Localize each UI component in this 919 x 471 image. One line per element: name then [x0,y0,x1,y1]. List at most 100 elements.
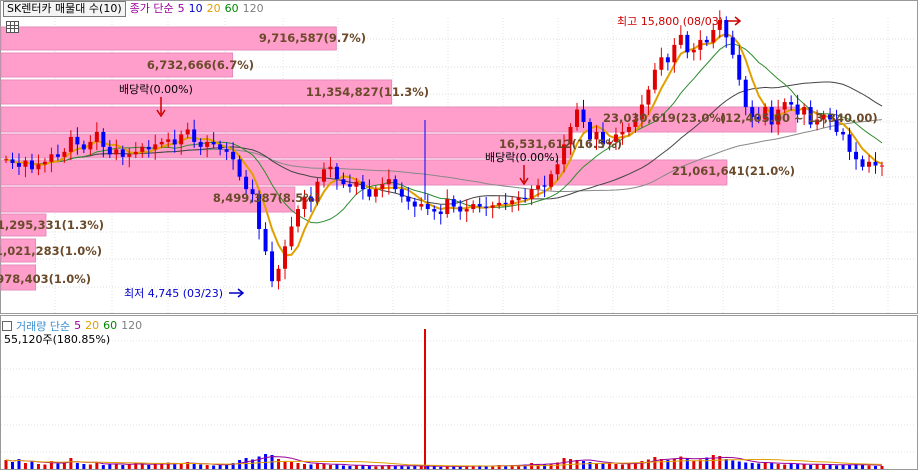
candle-body [42,161,47,165]
volume-bar [789,463,793,469]
volume-bar [815,464,819,469]
volume-ma5-line [5,456,883,468]
volume-bar [322,464,326,469]
grid-toggle-icon[interactable] [6,21,19,33]
volume-bar [744,462,748,469]
candle-body [503,202,508,205]
candle-body [107,146,112,155]
volume-bar [361,465,365,469]
low-annotation: 최저 4,745 (03/23) [124,287,223,300]
dividend-annotation-1: 배당락(0.00%) [119,83,193,96]
volume-profile-bar [0,159,728,186]
candle-body [328,166,333,170]
candle-body [321,169,326,182]
candle-body [841,131,846,135]
volume-profile-label: 1,295,331(1.3%) [0,218,104,232]
volume-bar [614,464,618,469]
ma-period-5[interactable]: 5 [178,2,185,16]
volume-bar [763,462,767,469]
ma-period-60[interactable]: 60 [225,2,239,16]
volume-panel-icon[interactable] [2,321,12,331]
volume-bar [315,463,319,469]
candle-body [704,39,709,43]
volume-bar [328,465,332,469]
candle-body [360,181,365,190]
high-annotation: 최고 15,800 (08/03) [617,15,723,28]
range-note-label: (12,405.00 ~ 13,340.00) [720,111,878,125]
volume-bar [724,459,728,469]
volume-profile-label: 978,403(1.0%) [0,272,91,286]
volume-bar [867,465,871,469]
candle-body [451,199,456,207]
volume-bar [601,463,605,469]
volume-bar [367,466,371,469]
high-arrow-icon [728,16,742,26]
volume-bar [835,465,839,469]
candle-body [263,228,268,252]
volume-bar [874,466,878,469]
candle-body [55,154,60,157]
candle-body [458,206,463,212]
candle-body [549,174,554,187]
candle-body [133,151,138,155]
chart-header: SK렌터카 매물대 수(10) 종가 단순 5 10 20 60 120 [0,1,264,17]
volume-bar [173,464,177,469]
candle-body [341,179,346,185]
volume-bar [731,460,735,469]
volume-profile-label: 16,531,612(16.5%) [499,137,622,151]
volume-bar [75,463,79,469]
volume-bar [776,464,780,469]
volume-bar [685,458,689,469]
candle-body [847,134,852,152]
candle-body [334,166,339,180]
candle-body [367,189,372,197]
volume-profile-label: 11,354,827(11.3%) [306,85,429,99]
volume-bar [737,461,741,469]
stock-title[interactable]: SK렌터카 매물대 수(10) [3,1,126,17]
candle-body [127,154,132,157]
ma-period-10[interactable]: 10 [189,2,203,16]
volume-bar [607,463,611,469]
candle-body [724,20,729,38]
candle-body [471,204,476,210]
candle-body [743,79,748,108]
vol-ma-period-120[interactable]: 120 [121,319,142,333]
ma-indicator-label[interactable]: 종가 단순 [130,2,174,16]
candle-body [237,159,242,177]
volume-bar [212,465,216,469]
volume-profile-label: 8,499,387(8.5%) [213,191,320,205]
dividend-annotation-2: 배당락(0.00%) [485,151,559,164]
candle-body [438,211,443,215]
candle-body [172,139,177,145]
candle-body [536,185,541,190]
candle-body [373,189,378,197]
volume-bar [199,464,203,469]
candle-body [68,136,73,152]
candle-body [10,159,15,164]
candle-body [153,144,158,150]
candle-body [867,161,872,167]
ma-period-20[interactable]: 20 [207,2,221,16]
volume-bar [374,466,378,469]
volume-bar [770,463,774,469]
candle-body [270,251,275,282]
candle-body [211,141,216,145]
candle-body [510,200,515,205]
candle-body [185,129,190,135]
candle-body [620,131,625,135]
volume-bar [69,458,73,469]
candle-body [289,226,294,247]
volume-profile-label: 1,021,283(1.0%) [0,244,102,258]
candle-body [477,204,482,207]
ma-period-120[interactable]: 120 [243,2,264,16]
candle-body [146,146,151,150]
volume-bar [335,464,339,469]
candle-body [354,181,359,187]
volume-bar [439,467,443,469]
candle-body [652,69,657,90]
volume-bar [653,457,657,469]
candle-body [49,154,54,162]
volume-bar [400,466,404,469]
candle-body [737,54,742,80]
volume-bar [750,463,754,469]
